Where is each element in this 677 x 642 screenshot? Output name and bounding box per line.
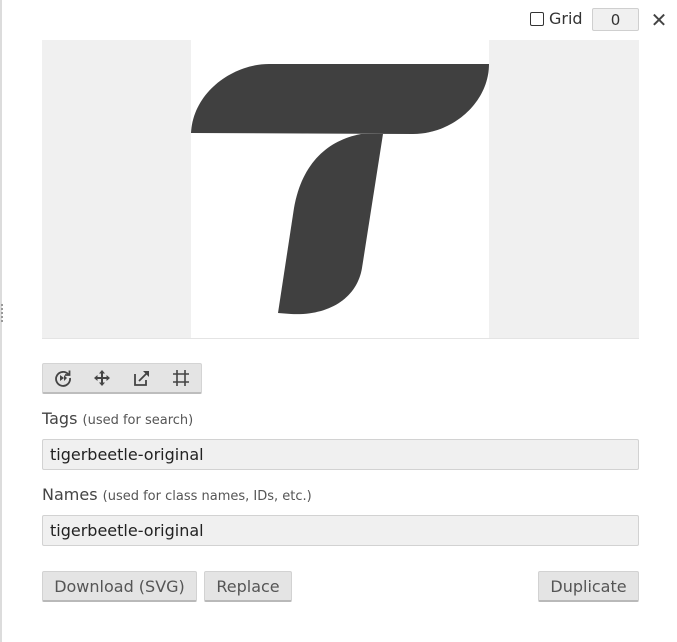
- replace-button[interactable]: Replace: [204, 571, 292, 602]
- grid-size-input[interactable]: [592, 8, 639, 31]
- grid-label: Grid: [549, 9, 583, 28]
- names-input[interactable]: [42, 515, 639, 546]
- resize-icon: [133, 371, 149, 386]
- crop-grid-icon: [173, 370, 190, 386]
- icon-preview: [42, 40, 639, 339]
- move-button[interactable]: [83, 364, 123, 392]
- names-hint: (used for class names, IDs, etc.): [102, 489, 312, 504]
- tags-label-text: Tags: [42, 409, 78, 428]
- tigerbeetle-logo-icon: [191, 64, 489, 315]
- names-label-text: Names: [42, 485, 98, 504]
- resize-handle[interactable]: [1, 304, 6, 322]
- close-icon[interactable]: ✕: [649, 8, 669, 32]
- grid-checkbox[interactable]: [530, 11, 544, 26]
- icon-canvas: [191, 40, 489, 338]
- move-icon: [94, 370, 111, 386]
- tags-hint: (used for search): [82, 413, 194, 428]
- icon-editor-dialog: Grid ✕: [0, 0, 677, 642]
- transform-toolbar: [42, 363, 202, 394]
- names-label: Names (used for class names, IDs, etc.): [42, 485, 312, 504]
- crop-grid-button[interactable]: [162, 364, 202, 392]
- rotate-button[interactable]: [43, 364, 83, 392]
- tags-input[interactable]: [42, 439, 639, 470]
- duplicate-button[interactable]: Duplicate: [538, 571, 639, 602]
- grid-toggle[interactable]: Grid: [530, 9, 583, 28]
- rotate-icon: [54, 370, 71, 387]
- tags-label: Tags (used for search): [42, 409, 193, 428]
- download-svg-button[interactable]: Download (SVG): [42, 571, 197, 602]
- resize-button[interactable]: [122, 364, 162, 392]
